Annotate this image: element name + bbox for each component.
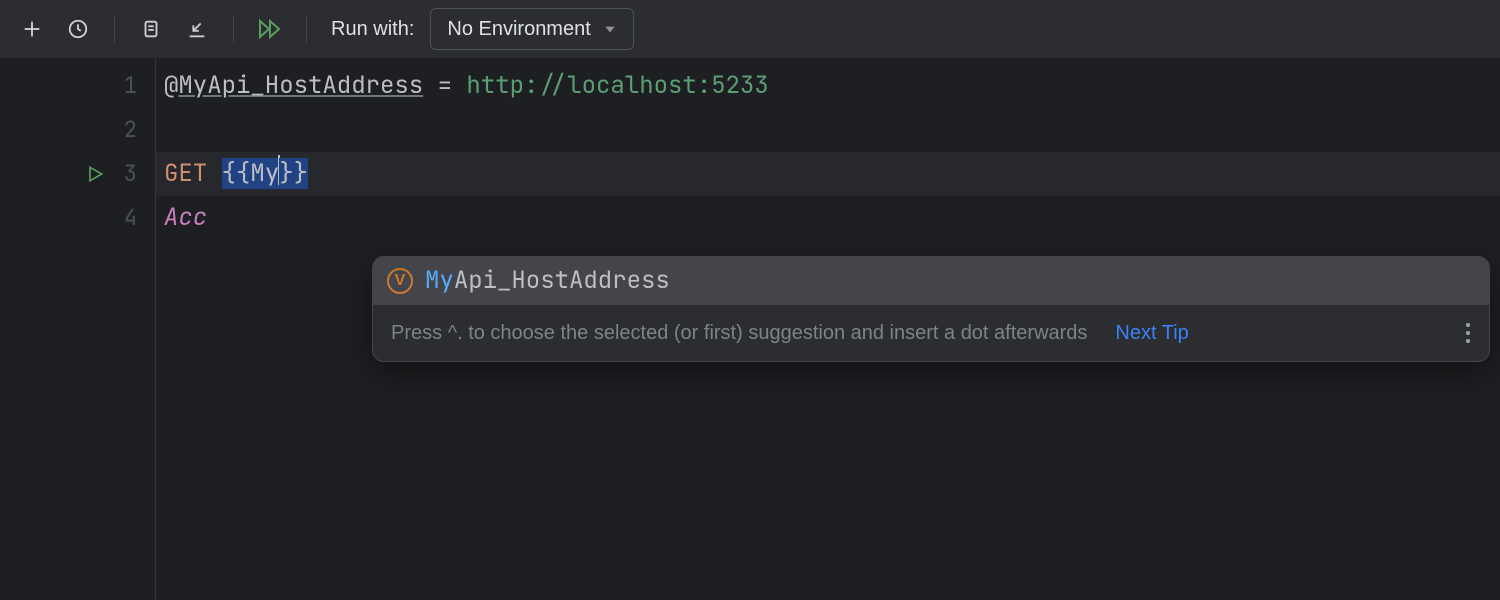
token-equals: = xyxy=(423,70,466,101)
code-line[interactable]: Acc xyxy=(156,196,1500,240)
toolbar-separator xyxy=(306,15,307,43)
token-brace-open: {{ xyxy=(222,158,251,189)
next-tip-link[interactable]: Next Tip xyxy=(1115,311,1188,355)
document-stack-icon xyxy=(140,18,162,40)
token-http-method: GET xyxy=(164,158,207,189)
code-line[interactable]: @MyApi_HostAddress = http://localhost:52… xyxy=(156,64,1500,108)
gutter-line: 1 xyxy=(0,64,155,108)
token-brace-close: }} xyxy=(279,158,308,189)
history-icon xyxy=(67,18,89,40)
import-button[interactable] xyxy=(179,11,215,47)
completion-rest: Api_HostAddress xyxy=(454,265,670,296)
completion-popup: V MyApi_HostAddress Press ^. to choose t… xyxy=(372,256,1490,362)
toolbar-separator xyxy=(114,15,115,43)
line-number: 2 xyxy=(97,108,137,152)
hint-text: Press ^. to choose the selected (or firs… xyxy=(391,311,1087,355)
token-url: http://localhost:5233 xyxy=(466,70,768,101)
run-all-button[interactable] xyxy=(252,11,288,47)
play-icon xyxy=(85,164,105,184)
editor-toolbar: Run with: No Environment xyxy=(0,0,1500,58)
more-vertical-icon xyxy=(1465,322,1471,344)
token-at: @ xyxy=(164,70,178,101)
token-variable-def: MyApi_HostAddress xyxy=(178,70,423,101)
chevron-down-icon xyxy=(603,22,617,36)
variable-badge-icon: V xyxy=(387,268,413,294)
token-header-name: Acc xyxy=(164,202,207,233)
completion-item[interactable]: V MyApi_HostAddress xyxy=(373,257,1489,305)
completion-more-button[interactable] xyxy=(1465,322,1471,344)
run-with-label: Run with: xyxy=(331,18,414,41)
plus-icon xyxy=(21,18,43,40)
line-number: 4 xyxy=(97,196,137,240)
examples-button[interactable] xyxy=(133,11,169,47)
environment-dropdown[interactable]: No Environment xyxy=(430,8,633,50)
gutter-line: 4 xyxy=(0,196,155,240)
code-line-current[interactable]: GET {{My}} xyxy=(156,152,1500,196)
double-play-icon xyxy=(257,18,283,40)
token-typed-text: My xyxy=(250,158,279,189)
completion-hint-bar: Press ^. to choose the selected (or firs… xyxy=(373,305,1489,361)
history-button[interactable] xyxy=(60,11,96,47)
add-button[interactable] xyxy=(14,11,50,47)
environment-selected-value: No Environment xyxy=(447,18,590,41)
code-line[interactable] xyxy=(156,108,1500,152)
run-line-button[interactable] xyxy=(85,164,105,184)
line-number: 1 xyxy=(97,64,137,108)
gutter-line: 2 xyxy=(0,108,155,152)
code-editor[interactable]: 1 2 3 4 @MyApi_HostAddress = http://loca… xyxy=(0,58,1500,600)
editor-body[interactable]: @MyApi_HostAddress = http://localhost:52… xyxy=(156,58,1500,600)
completion-match: My xyxy=(425,265,454,296)
editor-gutter: 1 2 3 4 xyxy=(0,58,156,600)
import-icon xyxy=(186,18,208,40)
toolbar-separator xyxy=(233,15,234,43)
gutter-line: 3 xyxy=(0,152,155,196)
